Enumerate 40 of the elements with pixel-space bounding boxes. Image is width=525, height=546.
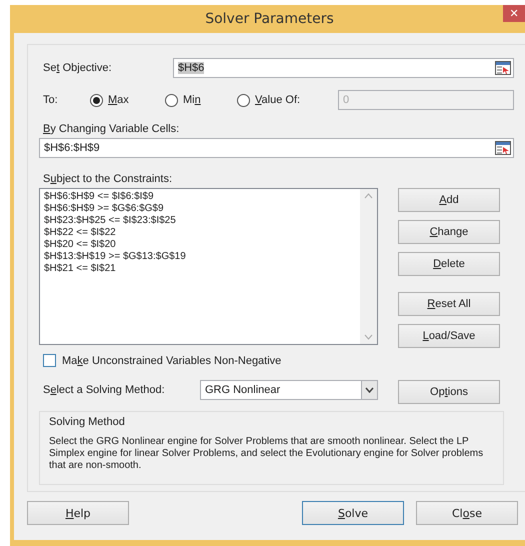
- constraint-item[interactable]: $H$23:$H$25 <= $I$23:$I$25: [44, 215, 356, 227]
- constraint-item[interactable]: $H$6:$H$9 <= $I$6:$I$9: [44, 191, 356, 203]
- field-label: Subject to the Constraints:: [42, 173, 172, 185]
- constraint-item[interactable]: $H$21 <= $I$21: [44, 263, 356, 275]
- constraints-list[interactable]: $H$6:$H$9 <= $I$6:$I$9 $H$6:$H$9 >= $G$6:$G$9 $H$23:$H$25 <= $I$23:$I$25 $H$22 <= $I$22 $H$20 <= $I$20 $H$13:$H$19 >= $G$13:$G$19 $H$21 <= $I$21: [39, 188, 378, 345]
- constraint-item[interactable]: $H$6:$H$9 >= $G$6:$G$9: [44, 203, 356, 215]
- range-select-icon[interactable]: [495, 141, 511, 155]
- dialog-button[interactable]: Solve: [302, 501, 404, 525]
- radio-label: Max: [108, 94, 129, 106]
- radio-button[interactable]: [165, 94, 178, 106]
- action-button[interactable]: Delete: [398, 252, 500, 276]
- radio-button[interactable]: [237, 94, 250, 106]
- dialog-button[interactable]: Close: [416, 501, 518, 525]
- checkbox-label: Make Unconstrained Variables Non-Negative: [62, 354, 282, 366]
- chevron-down-icon: [365, 387, 374, 393]
- radio-label: Value Of:: [255, 94, 300, 106]
- constraint-item[interactable]: $H$13:$H$19 >= $G$13:$G$19: [44, 251, 356, 263]
- constraint-item[interactable]: $H$20 <= $I$20: [44, 239, 356, 251]
- method-dropdown[interactable]: GRG Nonlinear: [200, 380, 378, 400]
- close-button[interactable]: ✕: [503, 5, 525, 22]
- action-button[interactable]: Change: [398, 220, 500, 244]
- objective-field[interactable]: $H$6: [173, 58, 514, 78]
- action-button[interactable]: Add: [398, 188, 500, 212]
- window-title: Solver Parameters: [205, 11, 334, 27]
- options-button[interactable]: Options: [398, 380, 500, 404]
- checkbox[interactable]: [43, 354, 56, 367]
- radio-label: Min: [183, 94, 201, 106]
- field-label: By Changing Variable Cells:: [42, 123, 180, 135]
- action-button[interactable]: Load/Save: [398, 324, 500, 348]
- dialog-button[interactable]: Help: [27, 501, 129, 525]
- field-label: To:: [42, 94, 59, 106]
- radio-button[interactable]: [90, 94, 103, 106]
- field-label: Set Objective:: [42, 62, 112, 74]
- range-select-icon[interactable]: [495, 61, 511, 75]
- field-label: Select a Solving Method:: [42, 384, 166, 396]
- description-text: Select the GRG Nonlinear engine for Solver Problems that are smooth nonlinear. Select the LP Simplex engine for linear Solver Problems, and select the Evolutionary engine for Solver problems that are non-smooth.: [49, 436, 484, 472]
- changing-cells-field[interactable]: $H$6:$H$9: [39, 138, 514, 158]
- panel-title: Solving Method: [49, 416, 126, 428]
- action-button[interactable]: Reset All: [398, 292, 500, 316]
- constraint-item[interactable]: $H$22 <= $I$22: [44, 227, 356, 239]
